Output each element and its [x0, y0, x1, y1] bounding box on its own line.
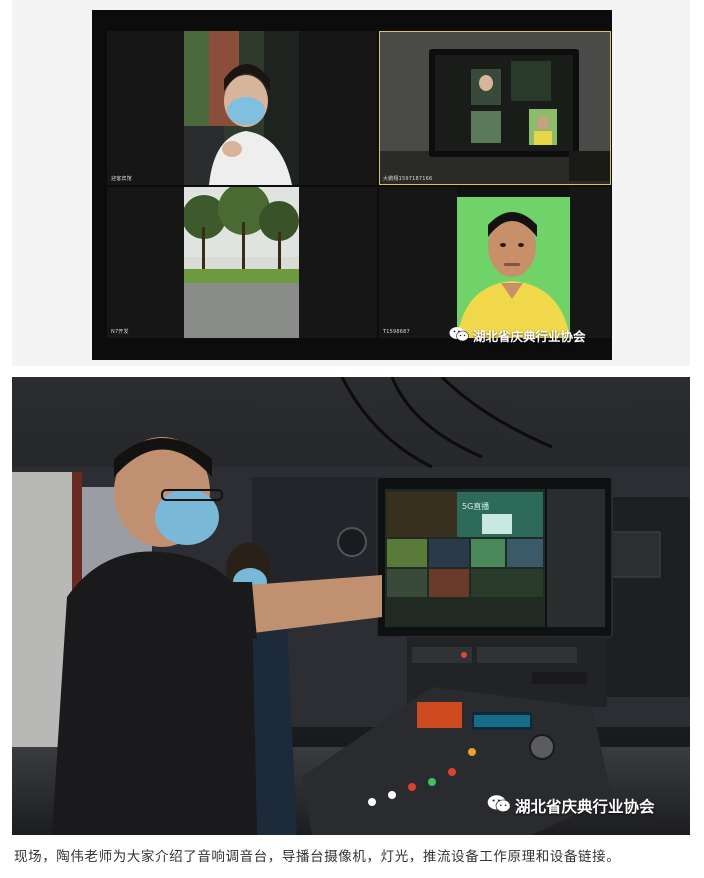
watermark: 湖北省庆典行业协会: [449, 326, 586, 345]
wechat-icon: [449, 326, 469, 345]
watermark-text: 湖北省庆典行业协会: [473, 329, 586, 344]
participant-man-image: [457, 187, 570, 338]
video-tile-2: 大鹏翔1597187166: [379, 31, 611, 185]
tile-label: 迎客宾馆: [111, 176, 132, 182]
studio-scene-image: 5G直播: [12, 377, 690, 835]
outdoor-trees-image: [182, 187, 299, 338]
video-tile-4: T1598687: [379, 187, 611, 338]
watermark: 湖北省庆典行业协会: [487, 794, 655, 817]
video-conference-image: 迎客宾馆 大鹏翔1597187166 N7开发 T1598687 湖北省庆典行业…: [92, 10, 612, 360]
tile-label: N7开发: [111, 329, 129, 335]
studio-photo: 5G直播 湖北省庆典行业协会: [12, 377, 690, 835]
participant-woman-image: [184, 31, 299, 185]
video-tile-1: 迎客宾馆: [107, 31, 377, 185]
monitor-on-desk-image: [379, 31, 611, 185]
wechat-icon: [487, 794, 511, 817]
watermark-text: 湖北省庆典行业协会: [515, 797, 655, 816]
video-tile-3: N7开发: [107, 187, 377, 338]
tile-label: 大鹏翔1597187166: [383, 176, 433, 182]
monitor-text: 5G直播: [462, 501, 489, 511]
photo-caption: 现场，陶伟老师为大家介绍了音响调音台，导播台摄像机，灯光，推流设备工作原理和设备…: [14, 849, 621, 865]
tile-label: T1598687: [383, 329, 410, 335]
article-page: 迎客宾馆 大鹏翔1597187166 N7开发 T1598687 湖北省庆典行业…: [0, 0, 704, 878]
